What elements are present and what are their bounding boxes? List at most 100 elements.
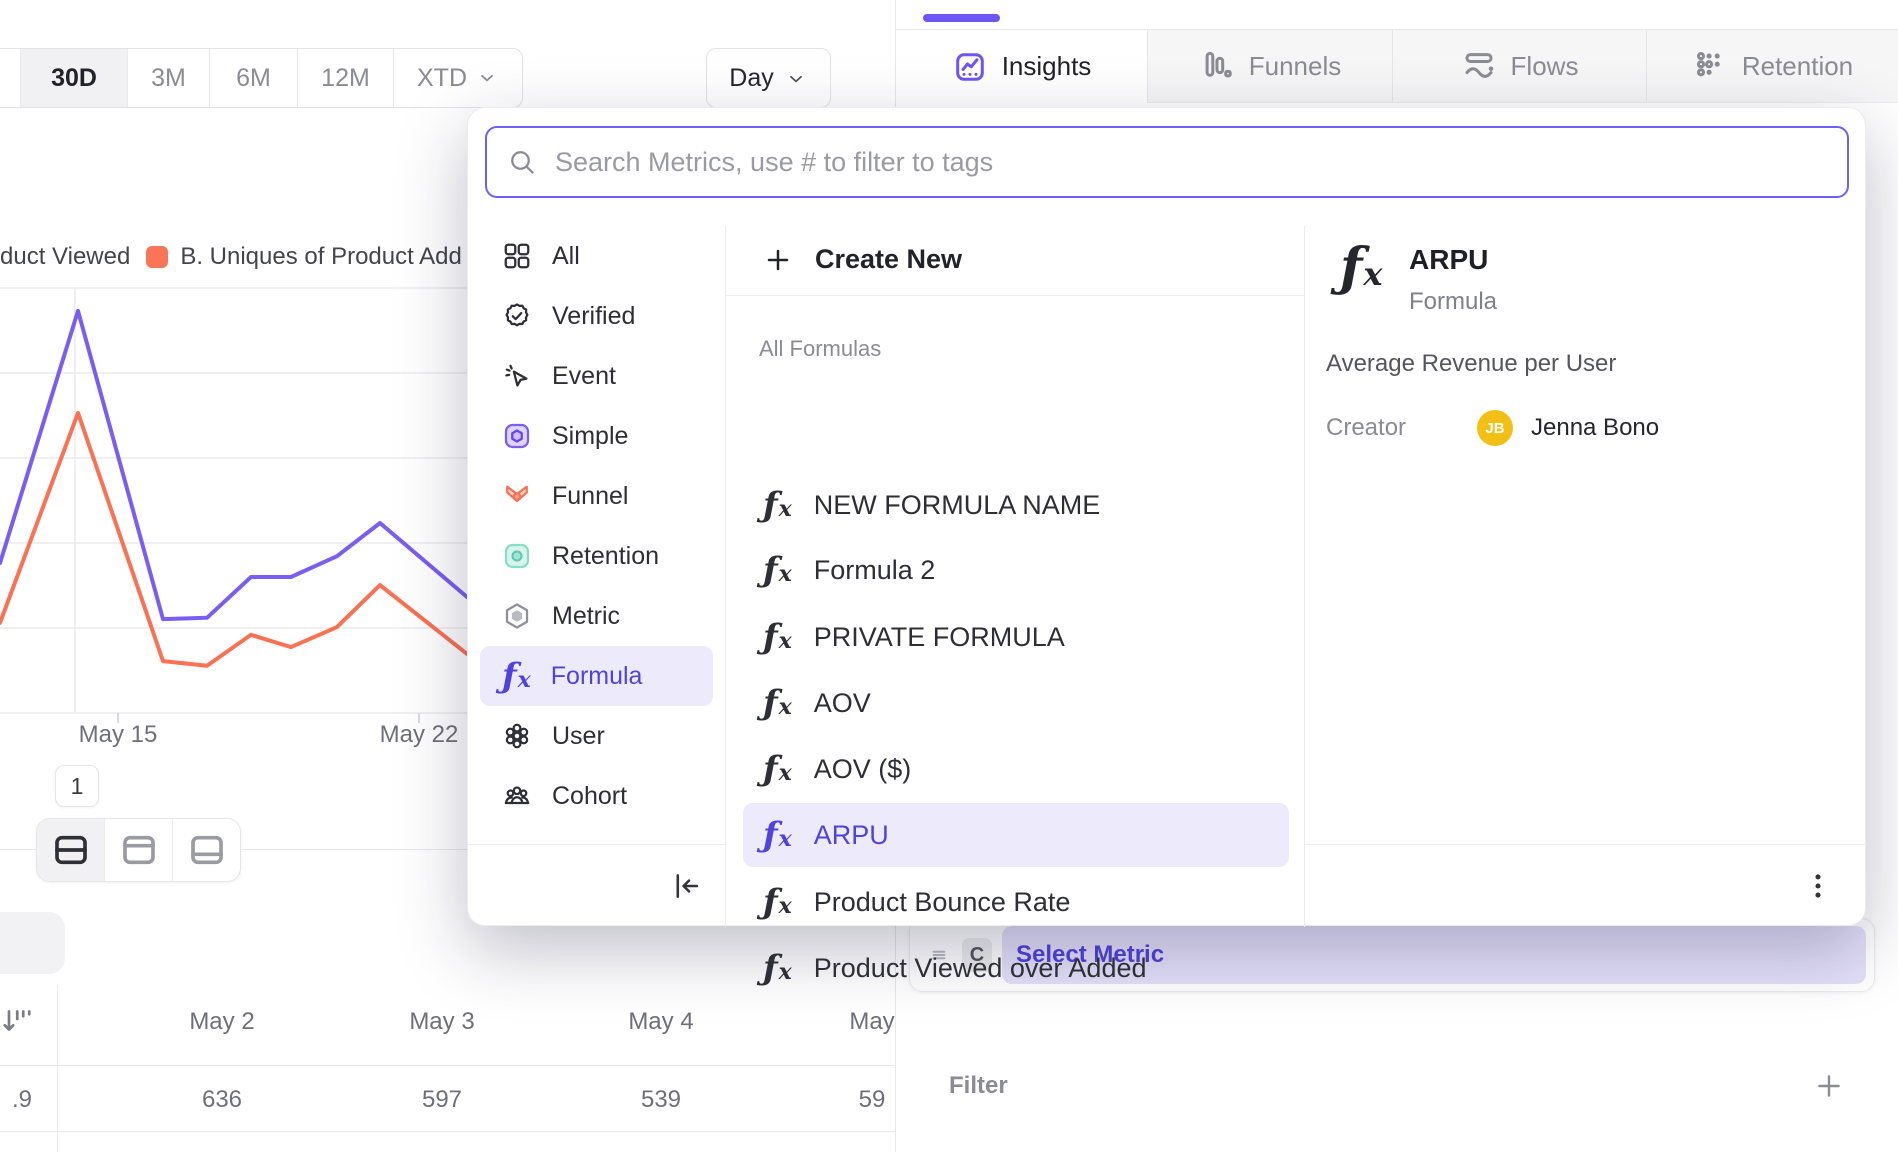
table-cell: 539 [571, 1086, 751, 1114]
tab-retention[interactable]: Retention [1647, 30, 1898, 103]
funnel-icon [502, 481, 532, 511]
svg-text:May 22: May 22 [380, 721, 459, 748]
app-root: 30D3M6M12MXTD Day duct Viewed B. Uniques … [0, 0, 1898, 1152]
time-range-xtd[interactable]: XTD [393, 49, 522, 107]
layout-top-button[interactable] [104, 819, 172, 881]
detail-description: Average Revenue per User [1326, 350, 1616, 378]
user-icon [502, 721, 532, 751]
table-row-divider [0, 1131, 895, 1132]
grid-icon [502, 241, 532, 271]
formula-icon: ƒx [1340, 242, 1382, 294]
detail-type: Formula [1409, 288, 1497, 316]
kebab-menu-icon [1801, 869, 1835, 903]
formula-item[interactable]: ƒxPRIVATE FORMULA [743, 605, 1289, 669]
tab-funnels[interactable]: Funnels [1148, 30, 1393, 103]
chevron-down-icon [784, 67, 808, 91]
category-funnel[interactable]: Funnel [480, 466, 713, 526]
tab-flows[interactable]: Flows [1393, 30, 1647, 103]
time-range-partial[interactable] [0, 49, 20, 107]
formula-icon: ƒx [763, 752, 792, 786]
formula-item[interactable]: ƒxFormula 2 [743, 538, 1289, 602]
table-divider [57, 985, 58, 1152]
modal-body: AllVerifiedEventSimpleFunnelRetentionMet… [468, 198, 1867, 927]
formula-icon: ƒx [502, 659, 531, 693]
category-cohort[interactable]: Cohort [480, 766, 713, 826]
avatar: JB [1477, 410, 1513, 446]
bottom-left-pill[interactable] [0, 912, 65, 974]
layout-toggle [36, 818, 241, 882]
category-user[interactable]: User [480, 706, 713, 766]
category-retention[interactable]: Retention [480, 526, 713, 586]
table-column-header: May 2 [132, 1008, 312, 1036]
event-icon [502, 361, 532, 391]
formula-icon: ƒx [763, 620, 792, 654]
category-all[interactable]: All [480, 226, 713, 286]
category-formula[interactable]: ƒxFormula [480, 646, 713, 706]
page-number-button[interactable]: 1 [55, 765, 99, 807]
time-range-control: 30D3M6M12MXTD [0, 48, 523, 108]
formula-item[interactable]: ƒxARPU [743, 803, 1289, 867]
chart-legend: duct Viewed B. Uniques of Product Add [0, 240, 467, 274]
layout-bottom-button[interactable] [172, 819, 240, 881]
time-range-30d[interactable]: 30D [20, 49, 127, 107]
create-new-button[interactable]: Create New [763, 227, 962, 291]
divider [725, 295, 1304, 296]
category-simple[interactable]: Simple [480, 406, 713, 466]
collapse-sidebar-icon[interactable] [670, 869, 704, 903]
divider [1304, 226, 1305, 927]
retention-icon [502, 541, 532, 571]
kebab-menu-icon[interactable] [1801, 869, 1835, 903]
category-metric[interactable]: Metric [480, 586, 713, 646]
report-tabbar: InsightsFunnelsFlowsRetention [896, 30, 1898, 103]
divider [468, 844, 725, 845]
section-label: All Formulas [759, 336, 881, 362]
legend-label: duct Viewed [0, 243, 130, 271]
category-event[interactable]: Event [480, 346, 713, 406]
formula-item[interactable]: ƒxProduct Bounce Rate [743, 870, 1289, 934]
funnels-icon [1199, 48, 1235, 84]
formula-item[interactable]: ƒxNEW FORMULA NAME [743, 473, 1289, 537]
plus-icon [763, 243, 793, 275]
tab-insights[interactable]: Insights [896, 30, 1148, 103]
add-filter-icon [1813, 1070, 1845, 1102]
table-cell: 597 [352, 1086, 532, 1114]
search-icon [507, 147, 537, 177]
granularity-button[interactable]: Day [706, 48, 831, 108]
sort-descending-icon[interactable] [0, 1004, 36, 1040]
legend-item[interactable]: B. Uniques of Product Add [146, 243, 462, 271]
category-verified[interactable]: Verified [480, 286, 713, 346]
granularity-label: Day [729, 64, 773, 93]
creator-name: Jenna Bono [1531, 414, 1659, 442]
layout-split-button[interactable] [37, 819, 104, 881]
active-tab-underline [923, 14, 1000, 22]
time-range-12m[interactable]: 12M [297, 49, 393, 107]
formula-icon: ƒx [763, 553, 792, 587]
simple-icon [502, 421, 532, 451]
chevron-down-icon [475, 66, 499, 90]
sort-descending-icon [0, 1004, 36, 1040]
layout-bottom-button-icon [187, 830, 227, 870]
legend-label: B. Uniques of Product Add [180, 243, 462, 271]
divider [1304, 844, 1867, 845]
cohort-icon [502, 781, 532, 811]
formula-icon: ƒx [763, 951, 792, 985]
insights-icon [952, 49, 988, 85]
time-range-6m[interactable]: 6M [209, 49, 297, 107]
table-header-divider [0, 1065, 895, 1066]
collapse-sidebar-icon [670, 869, 704, 903]
formula-item[interactable]: ƒxAOV ($) [743, 737, 1289, 801]
formula-icon: ƒx [763, 885, 792, 919]
verified-icon [502, 301, 532, 331]
add-filter-icon[interactable] [1813, 1070, 1845, 1102]
creator-label: Creator [1326, 414, 1406, 442]
filter-section-label: Filter [949, 1072, 1008, 1100]
formula-item[interactable]: ƒxAOV [743, 671, 1289, 735]
layout-top-button-icon [119, 830, 159, 870]
metric-icon [502, 601, 532, 631]
legend-item[interactable]: duct Viewed [0, 243, 130, 271]
search-input[interactable] [553, 146, 1827, 179]
time-range-3m[interactable]: 3M [127, 49, 209, 107]
create-new-label: Create New [815, 244, 962, 275]
formula-item[interactable]: ƒxProduct Viewed over Added [743, 936, 1289, 1000]
search-icon [507, 147, 537, 177]
